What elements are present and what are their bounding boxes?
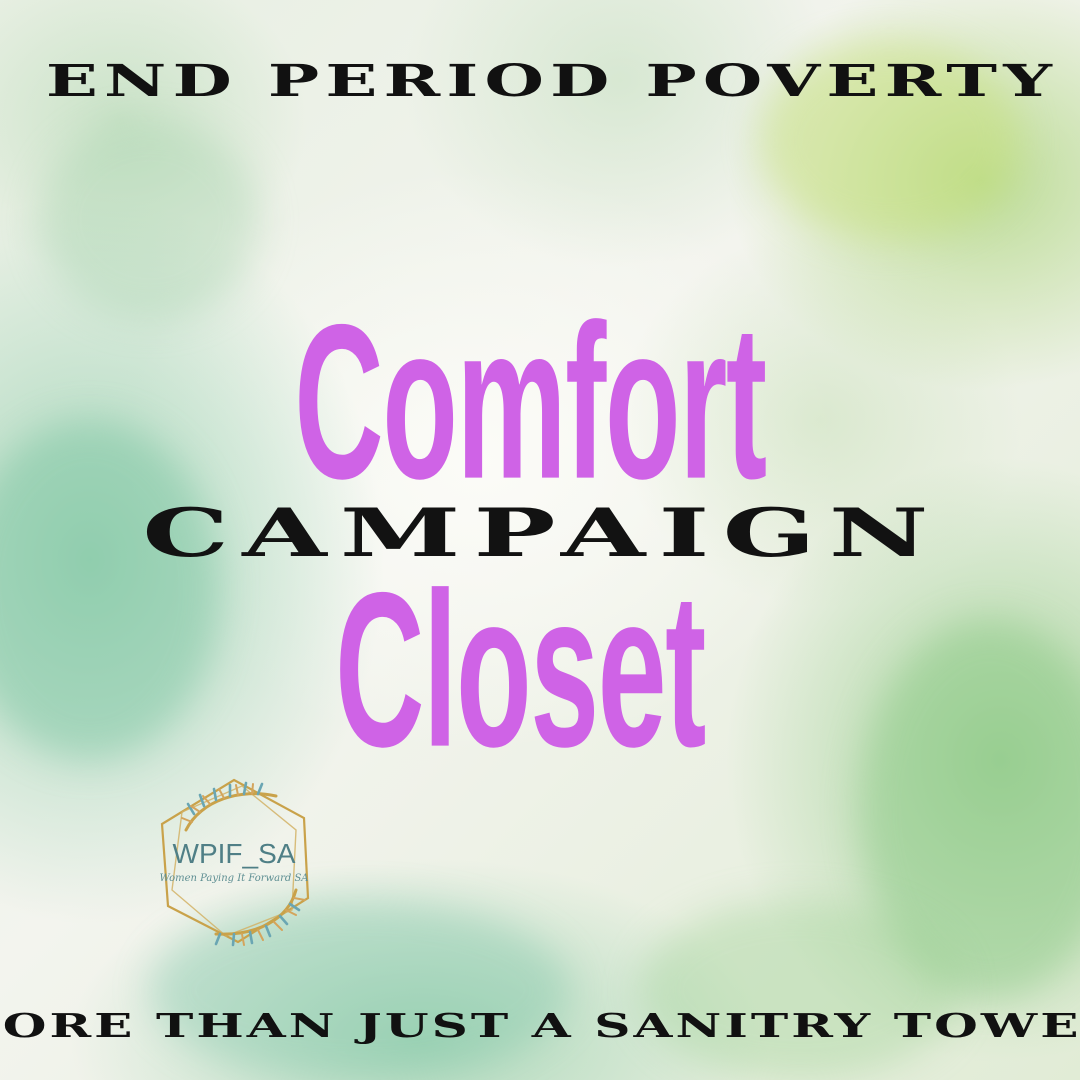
wpif-sa-logo: WPIF_SA Women Paying It Forward SA — [146, 770, 322, 950]
title-closet: Closet — [335, 547, 706, 793]
poster-canvas: END PERIOD POVERTY Comfort Closet CAMPAI… — [0, 0, 1080, 1080]
bottom-heading: MORE THAN JUST A SANITRY TOWEL — [0, 1006, 1080, 1045]
campaign-overlay-word: CAMPAIGN — [142, 494, 942, 572]
title-comfort: Comfort — [294, 279, 767, 525]
logo-name: WPIF_SA — [172, 838, 296, 869]
watercolor-blot — [40, 120, 260, 320]
logo-tagline: Women Paying It Forward SA — [159, 873, 309, 884]
top-heading: END PERIOD POVERTY — [45, 56, 1059, 107]
watercolor-blot — [640, 900, 960, 1080]
